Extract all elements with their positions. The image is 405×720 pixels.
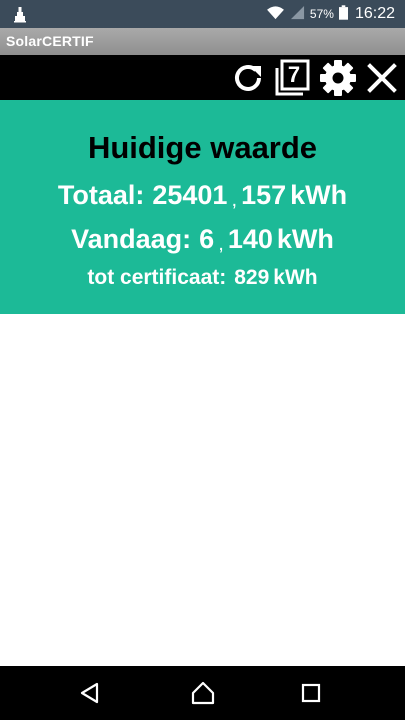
today-integer: 6	[199, 224, 215, 254]
total-unit: kWh	[290, 180, 348, 210]
today-row: Vandaag: 6, 140 kWh	[0, 224, 405, 255]
today-separator: ,	[218, 233, 224, 255]
navigation-bar	[0, 666, 405, 720]
certificate-unit: kWh	[273, 266, 318, 289]
app-title: SolarCERTIF	[6, 33, 94, 49]
battery-icon	[338, 5, 348, 23]
certificate-row: tot certificaat: 829 kWh	[0, 266, 405, 290]
total-separator: ,	[231, 189, 238, 211]
status-clock: 16:22	[354, 5, 395, 22]
recent-apps-button[interactable]	[296, 678, 326, 708]
panel-heading: Huidige waarde	[87, 130, 318, 165]
back-button[interactable]	[75, 678, 105, 708]
close-icon	[362, 58, 402, 98]
status-icons: 57% 16:22	[266, 0, 395, 28]
pages-button[interactable]: 7	[271, 58, 311, 98]
refresh-button[interactable]	[228, 58, 268, 98]
today-decimal: 140	[227, 224, 273, 254]
pages-count: 7	[287, 62, 301, 87]
total-row: Totaal: 25401, 157 kWh	[0, 180, 405, 211]
certificate-label: tot certificaat:	[87, 266, 227, 289]
battery-percent: 57%	[309, 7, 334, 21]
home-icon	[188, 678, 218, 708]
app-title-bar: SolarCERTIF	[0, 28, 405, 55]
certificate-value: 829	[234, 266, 270, 289]
close-button[interactable]	[362, 58, 402, 98]
status-bar: 57% 16:22	[0, 0, 405, 28]
settings-button[interactable]	[318, 58, 358, 98]
home-button[interactable]	[188, 678, 218, 708]
total-label: Totaal:	[57, 180, 145, 210]
today-label: Vandaag:	[71, 224, 192, 254]
recent-apps-icon	[296, 678, 326, 708]
notification-icon	[10, 4, 30, 24]
signal-icon	[290, 5, 305, 23]
back-icon	[75, 678, 105, 708]
current-value-panel: Huidige waarde Totaal: 25401, 157 kWh Vanda…	[0, 100, 405, 314]
total-integer: 25401	[152, 180, 228, 210]
total-decimal: 157	[241, 180, 287, 210]
gear-icon	[318, 58, 358, 98]
toolbar: 7	[0, 55, 405, 100]
wifi-icon	[266, 5, 285, 23]
refresh-icon	[228, 58, 268, 98]
today-unit: kWh	[276, 224, 334, 254]
